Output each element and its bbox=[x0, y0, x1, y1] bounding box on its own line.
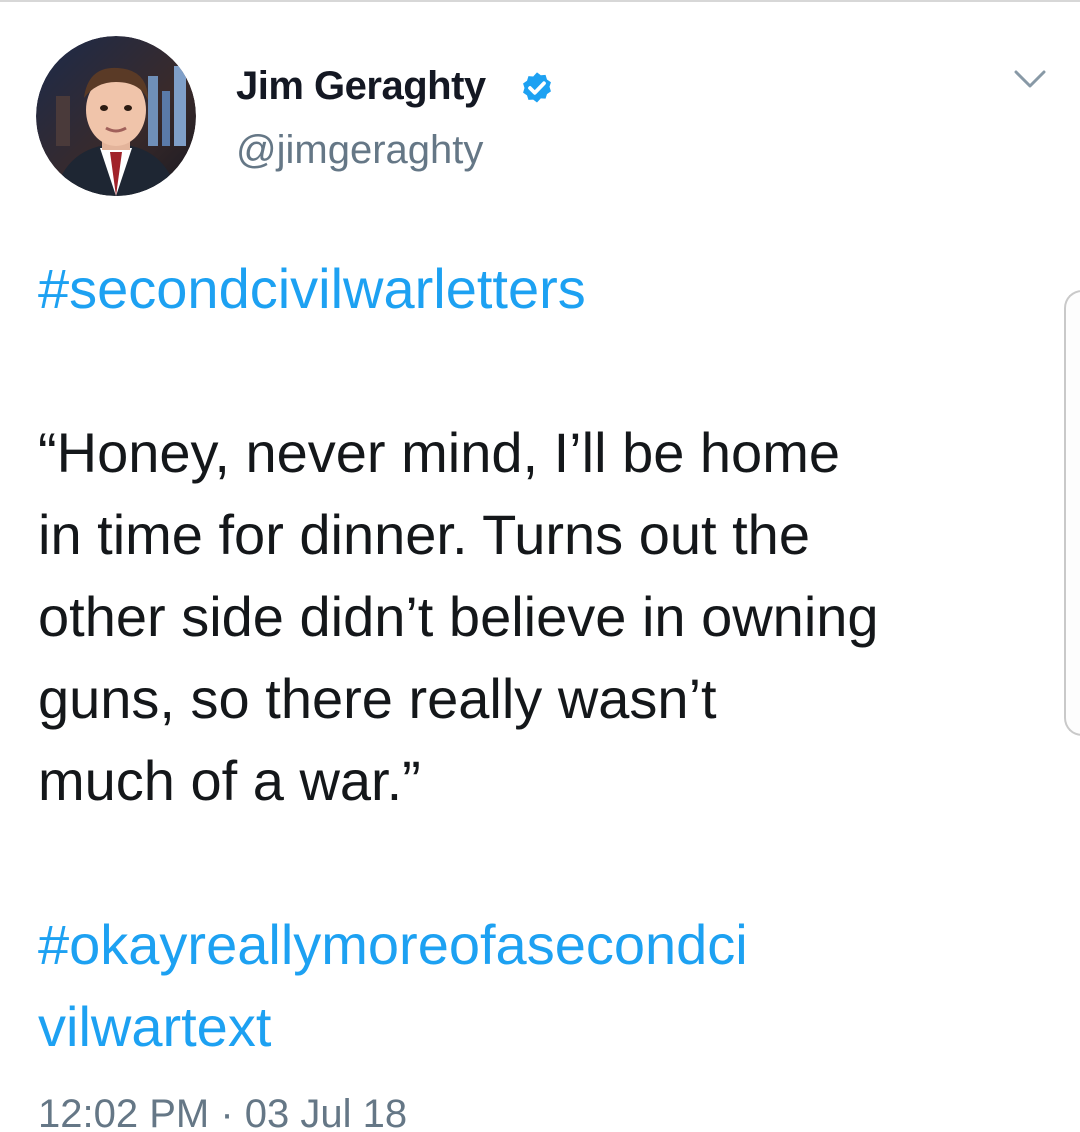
tweet-timestamp[interactable]: 12:02 PM · 03 Jul 18 bbox=[38, 1092, 407, 1132]
tweet-line: in time for dinner. Turns out the bbox=[38, 503, 810, 566]
hashtag-link-line[interactable]: vilwartext bbox=[38, 986, 1038, 1068]
tweet-line: guns, so there really wasn’t bbox=[38, 667, 717, 730]
edge-panel-handle[interactable] bbox=[1064, 290, 1080, 736]
tweet-line: “Honey, never mind, I’ll be home bbox=[38, 421, 840, 484]
top-divider bbox=[0, 0, 1080, 2]
hashtag-link-line[interactable]: #okayreallymoreofasecondci bbox=[38, 904, 1038, 986]
tweet-line: other side didn’t believe in owning bbox=[38, 585, 879, 648]
hashtag-link[interactable]: #secondcivilwarletters bbox=[38, 248, 1038, 330]
verified-badge-icon bbox=[523, 72, 551, 103]
tweet-body: #secondcivilwarletters “Honey, never min… bbox=[38, 248, 1038, 1068]
handle[interactable]: @jimgeraghty bbox=[236, 128, 483, 173]
profile-photo bbox=[36, 36, 196, 196]
chevron-down-icon[interactable] bbox=[1012, 64, 1048, 92]
tweet-line: much of a war.” bbox=[38, 749, 421, 812]
display-name[interactable]: Jim Geraghty bbox=[236, 64, 486, 109]
avatar[interactable] bbox=[36, 36, 196, 196]
